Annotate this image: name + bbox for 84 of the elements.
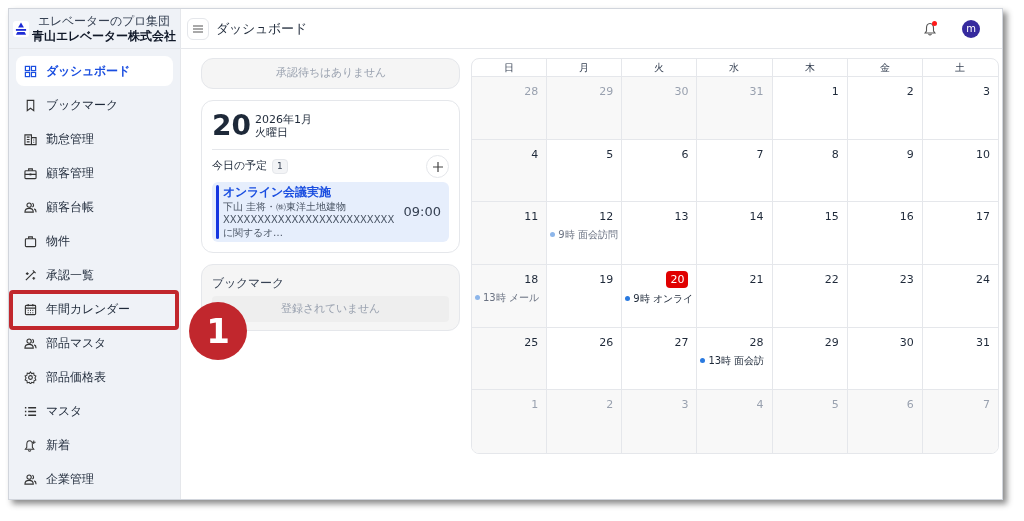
weekday-label: 火曜日 <box>254 126 289 139</box>
people-icon <box>24 472 37 486</box>
weekday-header: 土 <box>955 61 966 75</box>
calendar-event[interactable]: 13時 面会訪 <box>700 352 765 368</box>
weekday-header: 木 <box>804 61 815 75</box>
event-description: XXXXXXXXXXXXXXXXXXXXXXXXXに関するオ… <box>223 213 396 239</box>
sidebar-item[interactable]: 顧客台帳 <box>16 192 173 222</box>
bag-icon <box>24 234 37 248</box>
sidebar-item[interactable]: 新着 <box>16 430 173 460</box>
calendar-day-cell[interactable]: 6 <box>622 139 698 203</box>
people-icon <box>24 336 37 350</box>
sidebar-item[interactable]: 承認一覧 <box>16 260 173 290</box>
sidebar-item[interactable]: 部品マスタ <box>16 328 173 358</box>
bell-icon <box>24 438 37 452</box>
sidebar-item[interactable]: 勤怠管理 <box>16 124 173 154</box>
logo-icon <box>13 18 29 39</box>
sidebar-item[interactable]: 企業管理 <box>16 464 173 494</box>
bell-icon <box>924 21 936 36</box>
weekday-header: 水 <box>729 61 740 75</box>
sidebar-item[interactable]: ブックマーク <box>16 90 173 120</box>
weekday-header: 金 <box>879 61 890 75</box>
sidebar-item[interactable]: マスタ <box>16 396 173 426</box>
building-icon <box>24 132 37 146</box>
event-title: オンライン会議実施 <box>223 185 332 200</box>
wand-icon <box>24 268 37 282</box>
calendar-day-cell[interactable]: 12 9時 面会訪問 <box>547 202 623 265</box>
grid-icon <box>24 64 37 78</box>
calendar-event[interactable]: 9時 面会訪問 <box>550 227 618 243</box>
calendar-day-cell[interactable]: 4 <box>472 139 548 203</box>
list-icon <box>24 404 37 418</box>
calendar-day-cell[interactable]: 23 <box>847 265 923 328</box>
briefcase-icon <box>24 166 37 180</box>
event-time: 09:00 <box>403 203 441 222</box>
weekday-header: 日 <box>504 61 515 75</box>
menu-icon <box>193 24 203 33</box>
calendar-day-cell[interactable]: 9 <box>847 139 923 203</box>
month-label: 2026年1月 <box>254 113 312 126</box>
brand-tagline: エレベーターのプロ集団 <box>38 13 170 28</box>
calendar-day-cell[interactable]: 18 13時 メール <box>472 265 548 328</box>
plus-icon <box>432 161 443 172</box>
calendar-day-cell[interactable]: 1 <box>772 77 848 140</box>
event-card[interactable]: オンライン会議実施 下山 圭将・㈱東洋土地建物 XXXXXXXXXXXXXXXXXXXXXXXXXに関するオ… 09:00 <box>212 182 449 242</box>
calendar-day-cell[interactable]: 14 <box>697 202 773 265</box>
menu-button[interactable] <box>187 17 209 40</box>
calendar-day-cell[interactable]: 27 <box>622 327 698 391</box>
brand-name: 青山エレベーター株式会社 <box>32 27 176 44</box>
calendar-event[interactable]: 9時 オンライ <box>625 291 693 306</box>
calendar-day-cell[interactable]: 5 <box>547 139 623 203</box>
sidebar-item[interactable]: ダッシュボード <box>16 56 173 86</box>
calendar-day-cell[interactable]: 28 13時 面会訪 <box>697 327 773 391</box>
calendar-day-cell[interactable]: 15 <box>772 202 848 265</box>
sidebar-item[interactable]: 部品価格表 <box>16 362 173 392</box>
calendar-day-cell[interactable]: 16 <box>847 202 923 265</box>
calendar-day-cell[interactable]: 29 <box>772 327 848 391</box>
schedule-label: 今日の予定 <box>212 158 267 175</box>
calendar-day-cell[interactable]: 22 <box>772 265 848 328</box>
date-number: 20 <box>212 111 251 141</box>
calendar-day-cell[interactable]: 20 9時 オンライ <box>622 265 698 328</box>
weekday-header: 月 <box>579 61 590 75</box>
calendar-day-cell[interactable]: 2 <box>847 77 923 140</box>
gear-icon <box>24 370 37 384</box>
calendar-day-cell[interactable]: 21 <box>697 265 773 328</box>
calendar-day-cell[interactable]: 8 <box>772 139 848 203</box>
calendar-day-cell[interactable]: 30 <box>847 327 923 391</box>
calendar-day-cell[interactable]: 19 <box>547 265 623 328</box>
calendar-icon <box>24 302 37 316</box>
calendar-day-cell[interactable]: 7 <box>697 139 773 203</box>
calendar-day-cell[interactable]: 13 <box>622 202 698 265</box>
calendar-day-cell[interactable]: 11 <box>472 202 548 265</box>
calendar-day-cell[interactable]: 25 <box>472 327 548 391</box>
event-people: 下山 圭将・㈱東洋土地建物 <box>223 200 348 213</box>
sidebar-item[interactable]: 顧客管理 <box>16 158 173 188</box>
calendar-event[interactable]: 13時 メール <box>475 290 539 305</box>
calendar-day-cell[interactable]: 26 <box>547 327 623 391</box>
empty-approvals-message: 承認待ちはありません <box>201 58 460 89</box>
weekday-header: 火 <box>654 61 665 75</box>
page-title: ダッシュボード <box>216 19 307 38</box>
user-avatar[interactable]: m <box>962 19 980 38</box>
bookmark-icon <box>24 98 37 112</box>
people-icon <box>24 200 37 214</box>
bookmarks-title: ブックマーク <box>212 275 285 292</box>
sidebar-item[interactable]: 物件 <box>16 226 173 256</box>
count-badge: 1 <box>272 158 288 175</box>
sidebar-item[interactable]: 年間カレンダー <box>16 294 173 324</box>
